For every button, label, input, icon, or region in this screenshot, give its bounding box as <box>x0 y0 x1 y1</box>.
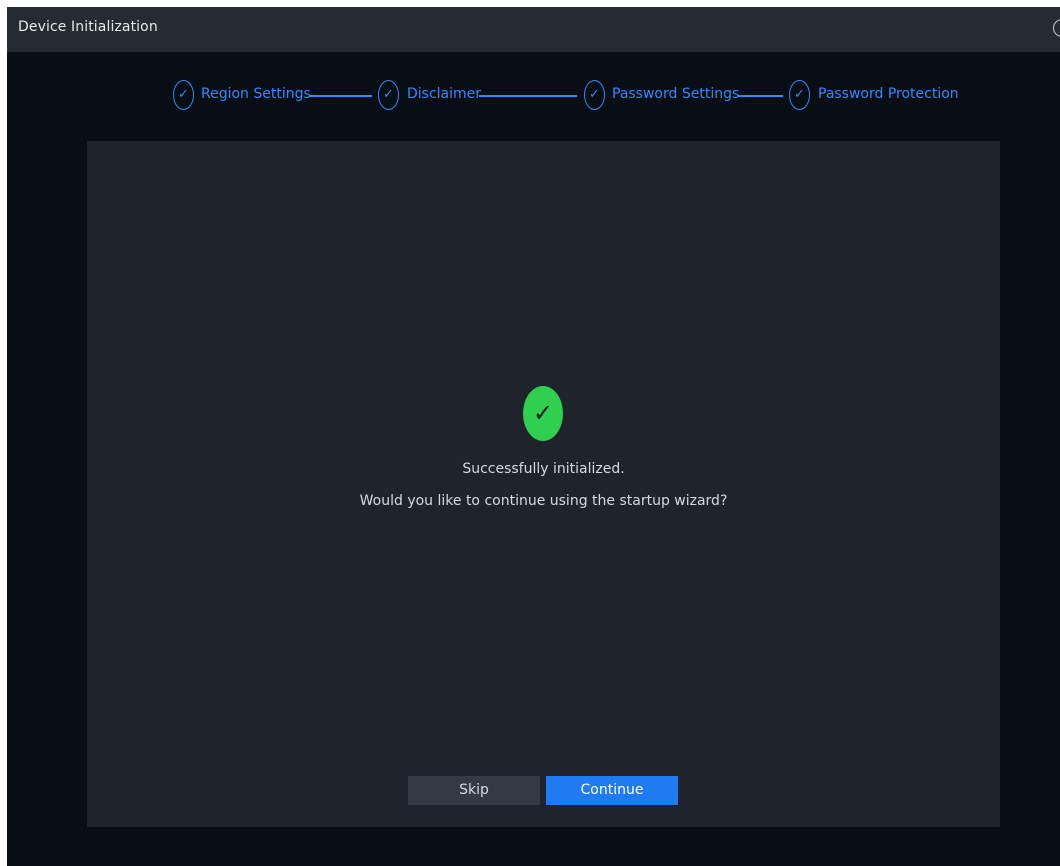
step-1-check-icon: ✓ <box>173 80 194 110</box>
step-4-check-icon: ✓ <box>789 80 810 110</box>
success-check-icon: ✓ <box>523 386 563 441</box>
continue-question: Would you like to continue using the sta… <box>359 493 728 509</box>
step-label-disclaimer: Disclaimer <box>407 86 482 102</box>
window-title: Device Initialization <box>18 19 158 35</box>
result-panel: ✓ Successfully initialized. Would you li… <box>87 141 1000 827</box>
continue-button[interactable]: Continue <box>546 776 678 805</box>
close-icon[interactable] <box>1053 19 1060 37</box>
step-label-region-settings: Region Settings <box>201 86 311 102</box>
wizard-stepper: ✓ Region Settings ✓ Disclaimer ✓ Passwor… <box>7 79 1060 113</box>
step-label-password-protection: Password Protection <box>818 86 959 102</box>
step-label-password-settings: Password Settings <box>612 86 740 102</box>
success-message: Successfully initialized. <box>462 461 625 477</box>
skip-button[interactable]: Skip <box>408 776 540 805</box>
title-bar: Device Initialization <box>7 7 1060 52</box>
step-connector <box>309 95 372 97</box>
device-initialization-window: Device Initialization ✓ Region Settings … <box>7 7 1060 866</box>
step-2-check-icon: ✓ <box>378 80 399 110</box>
step-3-check-icon: ✓ <box>584 80 605 110</box>
step-connector <box>479 95 577 97</box>
step-connector <box>738 95 783 97</box>
